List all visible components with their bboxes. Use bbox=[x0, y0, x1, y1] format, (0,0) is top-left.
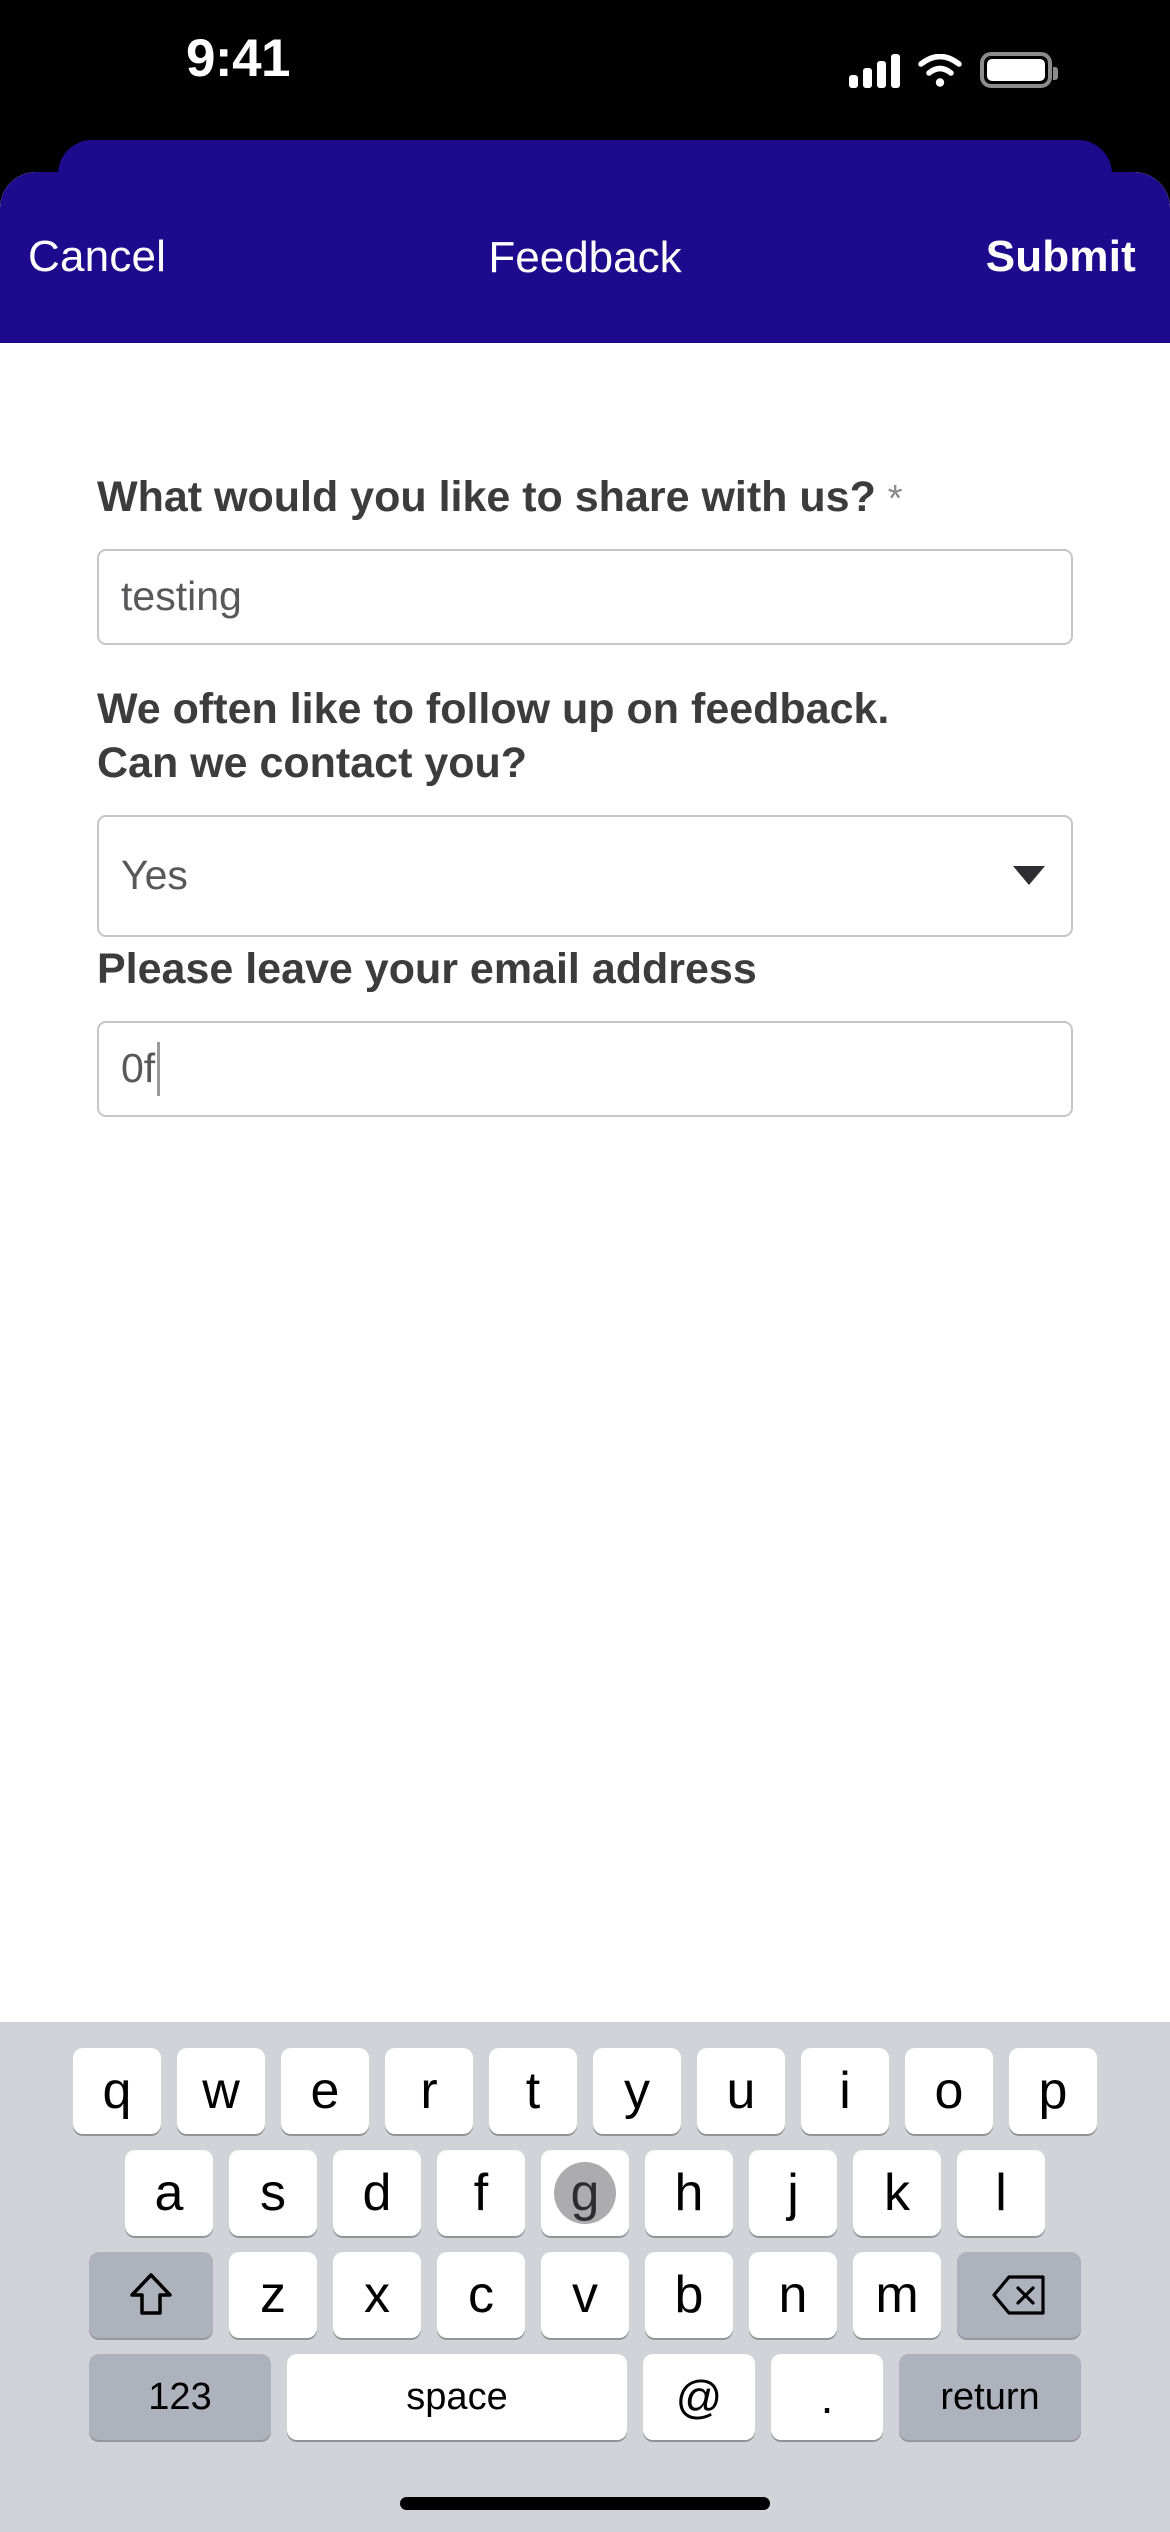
key-k[interactable]: k bbox=[853, 2150, 941, 2236]
key-v[interactable]: v bbox=[541, 2252, 629, 2338]
shift-icon bbox=[129, 2271, 173, 2319]
backspace-key[interactable] bbox=[957, 2252, 1081, 2338]
status-bar-icons bbox=[849, 44, 1058, 88]
field-label-email: Please leave your email address bbox=[97, 945, 757, 993]
key-f[interactable]: f bbox=[437, 2150, 525, 2236]
share-text-input-value: testing bbox=[121, 573, 242, 620]
email-input[interactable]: 0f bbox=[97, 1020, 1073, 1117]
numbers-key[interactable]: 123 bbox=[89, 2354, 271, 2440]
key-o[interactable]: o bbox=[905, 2048, 993, 2134]
status-bar-time: 9:41 bbox=[185, 29, 291, 88]
wifi-icon bbox=[918, 53, 962, 88]
shift-key[interactable] bbox=[89, 2252, 213, 2338]
iphone-screen: Cancel Feedback Submit What would you li… bbox=[0, 0, 1170, 2532]
key-s[interactable]: s bbox=[229, 2150, 317, 2236]
key-a[interactable]: a bbox=[125, 2150, 213, 2236]
key-z[interactable]: z bbox=[229, 2252, 317, 2338]
key-n[interactable]: n bbox=[749, 2252, 837, 2338]
key-h[interactable]: h bbox=[645, 2150, 733, 2236]
field-email-address: Please leave your email address 0f bbox=[97, 943, 1073, 1117]
space-key[interactable]: space bbox=[287, 2354, 627, 2440]
keyboard-row-2: a s d f g h j k l bbox=[0, 2150, 1170, 2236]
chevron-down-icon bbox=[1013, 866, 1045, 885]
email-input-value: 0f bbox=[121, 1045, 156, 1092]
status-bar: 9:41 bbox=[0, 0, 1170, 140]
field-label-contact-line1: We often like to follow up on feedback. bbox=[97, 685, 890, 733]
key-l[interactable]: l bbox=[957, 2150, 1045, 2236]
contact-consent-select[interactable]: Yes bbox=[97, 814, 1073, 937]
key-b[interactable]: b bbox=[645, 2252, 733, 2338]
field-share-with-us: What would you like to share with us? * … bbox=[97, 471, 1073, 645]
modal-sheet: Cancel Feedback Submit What would you li… bbox=[0, 172, 1170, 2532]
keyboard-row-3: z x c v b n m bbox=[0, 2252, 1170, 2338]
key-r[interactable]: r bbox=[385, 2048, 473, 2134]
period-key[interactable]: . bbox=[771, 2354, 883, 2440]
text-caret bbox=[157, 1041, 161, 1096]
key-p[interactable]: p bbox=[1009, 2048, 1097, 2134]
keyboard-row-1: q w e r t y u i o p bbox=[0, 2048, 1170, 2134]
key-x[interactable]: x bbox=[333, 2252, 421, 2338]
on-screen-keyboard: q w e r t y u i o p a s d f g h j k l z … bbox=[0, 2022, 1170, 2532]
field-label-share: What would you like to share with us? * bbox=[97, 471, 1073, 525]
key-u[interactable]: u bbox=[697, 2048, 785, 2134]
cellular-signal-icon bbox=[849, 54, 900, 88]
field-can-we-contact-you: We often like to follow up on feedback. … bbox=[97, 683, 1073, 937]
submit-button[interactable]: Submit bbox=[986, 232, 1136, 282]
key-c[interactable]: c bbox=[437, 2252, 525, 2338]
feedback-form: What would you like to share with us? * … bbox=[0, 343, 1170, 1193]
battery-icon bbox=[980, 52, 1058, 88]
field-label-contact-line2: Can we contact you? bbox=[97, 738, 528, 787]
home-indicator bbox=[400, 2497, 770, 2510]
backspace-icon bbox=[991, 2274, 1047, 2316]
keyboard-row-4: 123 space @ . return bbox=[0, 2354, 1170, 2440]
contact-consent-select-value: Yes bbox=[121, 852, 188, 898]
key-g-label: g bbox=[570, 2164, 600, 2222]
return-key[interactable]: return bbox=[899, 2354, 1081, 2440]
key-m[interactable]: m bbox=[853, 2252, 941, 2338]
key-i[interactable]: i bbox=[801, 2048, 889, 2134]
key-w[interactable]: w bbox=[177, 2048, 265, 2134]
key-q[interactable]: q bbox=[73, 2048, 161, 2134]
key-e[interactable]: e bbox=[281, 2048, 369, 2134]
required-asterisk: * bbox=[887, 478, 903, 520]
key-g[interactable]: g bbox=[541, 2150, 629, 2236]
share-text-input[interactable]: testing bbox=[97, 548, 1073, 645]
navigation-bar: Cancel Feedback Submit bbox=[0, 172, 1170, 343]
key-d[interactable]: d bbox=[333, 2150, 421, 2236]
field-label-contact: We often like to follow up on feedback. … bbox=[97, 683, 1073, 791]
key-j[interactable]: j bbox=[749, 2150, 837, 2236]
key-y[interactable]: y bbox=[593, 2048, 681, 2134]
at-key[interactable]: @ bbox=[643, 2354, 755, 2440]
field-label-share-text: What would you like to share with us? bbox=[97, 473, 876, 521]
key-t[interactable]: t bbox=[489, 2048, 577, 2134]
